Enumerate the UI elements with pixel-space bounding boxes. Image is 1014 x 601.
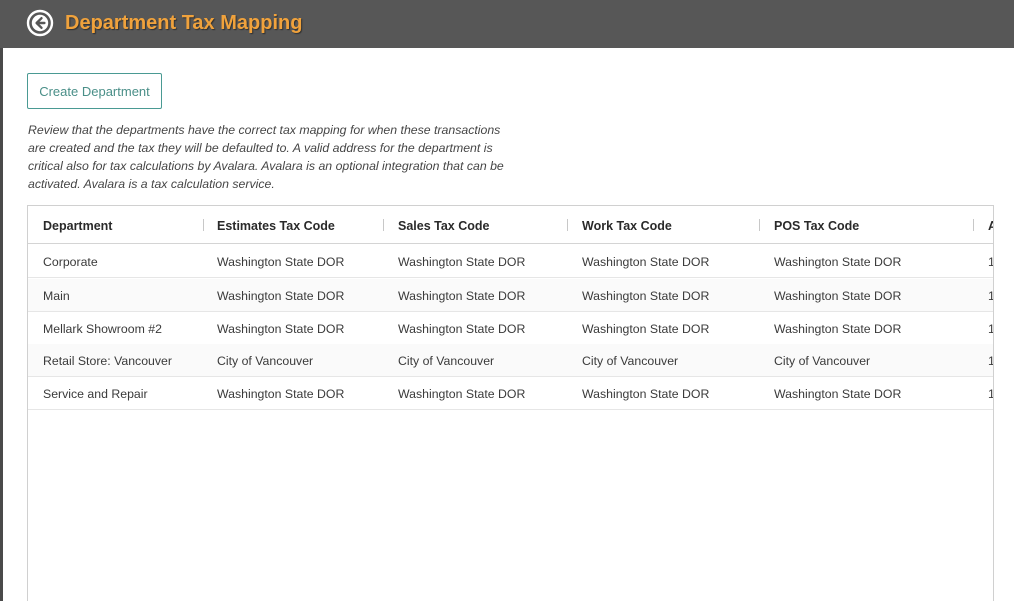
column-resize-handle[interactable]: [973, 219, 974, 231]
cell-pos-tax-code: Washington State DOR: [774, 387, 902, 401]
cell-estimates-tax-code: City of Vancouver: [217, 354, 314, 368]
cell-pos-tax-code: Washington State DOR: [774, 255, 902, 269]
cell-truncated: 1: [988, 245, 993, 278]
column-header-pos-tax-code[interactable]: POS Tax Code: [774, 206, 859, 244]
table-row[interactable]: Retail Store: Vancouver City of Vancouve…: [28, 344, 993, 377]
cell-work-tax-code: Washington State DOR: [582, 255, 710, 269]
create-department-button[interactable]: Create Department: [27, 73, 162, 109]
cell-sales-tax-code: Washington State DOR: [398, 322, 526, 336]
cell-sales-tax-code: Washington State DOR: [398, 255, 526, 269]
back-button[interactable]: [26, 9, 54, 37]
cell-estimates-tax-code: Washington State DOR: [217, 289, 345, 303]
page-header: Department Tax Mapping: [0, 0, 1014, 48]
page-title: Department Tax Mapping: [65, 12, 303, 34]
cell-truncated: 1: [988, 279, 993, 312]
window-left-edge: [0, 0, 3, 601]
column-header-work-tax-code[interactable]: Work Tax Code: [582, 206, 672, 244]
cell-work-tax-code: Washington State DOR: [582, 322, 710, 336]
cell-work-tax-code: Washington State DOR: [582, 289, 710, 303]
column-header-department[interactable]: Department: [43, 206, 112, 244]
cell-estimates-tax-code: Washington State DOR: [217, 387, 345, 401]
back-arrow-circle-icon[interactable]: [26, 9, 54, 37]
table-row[interactable]: Service and Repair Washington State DOR …: [28, 377, 993, 410]
column-resize-handle[interactable]: [383, 219, 384, 231]
cell-pos-tax-code: Washington State DOR: [774, 322, 902, 336]
cell-truncated: 1: [988, 344, 993, 377]
cell-truncated: 1: [988, 312, 993, 345]
cell-sales-tax-code: Washington State DOR: [398, 387, 526, 401]
cell-pos-tax-code: Washington State DOR: [774, 289, 902, 303]
column-header-estimates-tax-code[interactable]: Estimates Tax Code: [217, 206, 335, 244]
cell-department: Retail Store: Vancouver: [43, 354, 172, 368]
cell-estimates-tax-code: Washington State DOR: [217, 322, 345, 336]
cell-sales-tax-code: City of Vancouver: [398, 354, 495, 368]
page-description: Review that the departments have the cor…: [28, 123, 504, 191]
cell-department: Service and Repair: [43, 387, 148, 401]
cell-department: Corporate: [43, 255, 98, 269]
column-resize-handle[interactable]: [759, 219, 760, 231]
cell-sales-tax-code: Washington State DOR: [398, 289, 526, 303]
cell-truncated: 1: [988, 377, 993, 410]
table-row[interactable]: Corporate Washington State DOR Washingto…: [28, 245, 993, 278]
table-row[interactable]: Main Washington State DOR Washington Sta…: [28, 279, 993, 312]
column-header-sales-tax-code[interactable]: Sales Tax Code: [398, 206, 489, 244]
cell-department: Main: [43, 289, 70, 303]
cell-estimates-tax-code: Washington State DOR: [217, 255, 345, 269]
cell-work-tax-code: Washington State DOR: [582, 387, 710, 401]
table-row[interactable]: Mellark Showroom #2 Washington State DOR…: [28, 312, 993, 345]
column-resize-handle[interactable]: [567, 219, 568, 231]
cell-work-tax-code: City of Vancouver: [582, 354, 679, 368]
column-resize-handle[interactable]: [203, 219, 204, 231]
department-tax-table: Department Estimates Tax Code Sales Tax …: [27, 205, 994, 601]
column-header-truncated[interactable]: A: [988, 206, 993, 244]
table-header: Department Estimates Tax Code Sales Tax …: [28, 206, 993, 244]
cell-department: Mellark Showroom #2: [43, 322, 162, 336]
cell-pos-tax-code: City of Vancouver: [774, 354, 871, 368]
